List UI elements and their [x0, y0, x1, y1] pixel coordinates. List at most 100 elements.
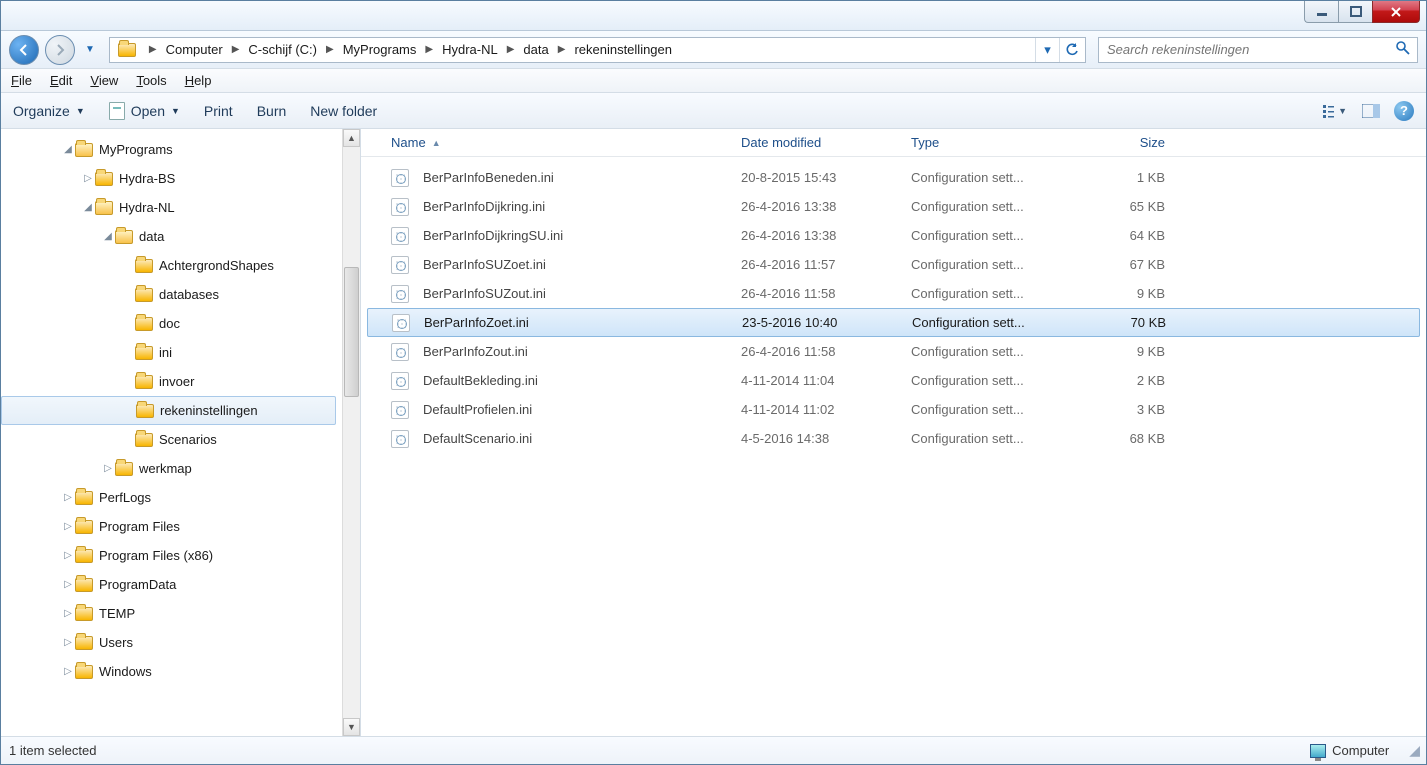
preview-pane-button[interactable]: [1358, 100, 1384, 122]
menu-item[interactable]: View: [90, 73, 118, 88]
expand-icon[interactable]: ▷: [61, 608, 75, 619]
tree-item[interactable]: ▷Users: [1, 628, 342, 657]
burn-button[interactable]: Burn: [257, 103, 287, 119]
file-row[interactable]: BerParInfoDijkring.ini26-4-2016 13:38Con…: [361, 192, 1426, 221]
column-size[interactable]: Size: [1083, 135, 1173, 150]
expand-icon[interactable]: ▷: [61, 579, 75, 590]
close-button[interactable]: [1372, 1, 1420, 23]
collapse-icon[interactable]: ◢: [81, 202, 95, 213]
tree-item[interactable]: ▷TEMP: [1, 599, 342, 628]
chevron-right-icon[interactable]: ▶: [229, 44, 243, 55]
chevron-right-icon[interactable]: ▶: [323, 44, 337, 55]
file-row[interactable]: BerParInfoBeneden.ini20-8-2015 15:43Conf…: [361, 163, 1426, 192]
folder-icon: [75, 665, 93, 679]
expand-icon[interactable]: ▷: [61, 521, 75, 532]
breadcrumb-segment[interactable]: Computer: [160, 38, 229, 62]
file-row[interactable]: BerParInfoSUZoet.ini26-4-2016 11:57Confi…: [361, 250, 1426, 279]
folder-icon: [135, 433, 153, 447]
tree-item[interactable]: databases: [1, 280, 342, 309]
search-box[interactable]: [1098, 37, 1418, 63]
menu-item[interactable]: Help: [185, 73, 212, 88]
expand-icon[interactable]: ▷: [101, 463, 115, 474]
tree-item[interactable]: ▷ProgramData: [1, 570, 342, 599]
forward-button[interactable]: [45, 35, 75, 65]
minimize-button[interactable]: [1304, 1, 1338, 23]
tree-item[interactable]: Scenarios: [1, 425, 342, 454]
breadcrumb-segment[interactable]: rekeninstellingen: [568, 38, 678, 62]
address-dropdown-icon[interactable]: ▾: [1035, 38, 1059, 62]
file-row[interactable]: BerParInfoZoet.ini23-5-2016 10:40Configu…: [367, 308, 1420, 337]
maximize-button[interactable]: [1338, 1, 1372, 23]
column-date[interactable]: Date modified: [733, 135, 903, 150]
file-name: BerParInfoZout.ini: [423, 344, 528, 359]
file-row[interactable]: BerParInfoZout.ini26-4-2016 11:58Configu…: [361, 337, 1426, 366]
expand-icon[interactable]: ▷: [81, 173, 95, 184]
expand-icon[interactable]: ▷: [61, 550, 75, 561]
menu-item[interactable]: Tools: [136, 73, 166, 88]
resize-grip-icon[interactable]: ◢: [1409, 742, 1418, 759]
new-folder-button[interactable]: New folder: [310, 103, 377, 119]
column-name[interactable]: Name ▲: [383, 135, 733, 150]
breadcrumb-segment[interactable]: data: [517, 38, 554, 62]
tree-item[interactable]: ◢Hydra-NL: [1, 193, 342, 222]
folder-icon: [135, 259, 153, 273]
tree-item[interactable]: ◢MyPrograms: [1, 135, 342, 164]
tree-scrollbar[interactable]: ▲ ▼: [342, 129, 360, 736]
scroll-thumb[interactable]: [344, 267, 359, 397]
search-icon[interactable]: [1395, 40, 1411, 59]
organize-button[interactable]: Organize ▼: [13, 103, 85, 119]
chevron-right-icon[interactable]: ▶: [504, 44, 518, 55]
tree-item[interactable]: ▷Program Files: [1, 512, 342, 541]
file-row[interactable]: DefaultBekleding.ini4-11-2014 11:04Confi…: [361, 366, 1426, 395]
refresh-button[interactable]: [1059, 38, 1083, 62]
view-options-button[interactable]: ▼: [1322, 100, 1348, 122]
tree-item[interactable]: AchtergrondShapes: [1, 251, 342, 280]
chevron-right-icon[interactable]: ▶: [422, 44, 436, 55]
address-bar[interactable]: ▶ Computer▶C-schijf (C:)▶MyPrograms▶Hydr…: [109, 37, 1086, 63]
tree-item[interactable]: ini: [1, 338, 342, 367]
tree-item[interactable]: ▷Windows: [1, 657, 342, 686]
collapse-icon[interactable]: ◢: [61, 144, 75, 155]
scroll-down-icon[interactable]: ▼: [343, 718, 360, 736]
file-row[interactable]: DefaultProfielen.ini4-11-2014 11:02Confi…: [361, 395, 1426, 424]
ini-file-icon: [391, 169, 409, 187]
expand-icon[interactable]: ▷: [61, 492, 75, 503]
breadcrumb-root[interactable]: [112, 38, 146, 62]
folder-tree[interactable]: ◢MyPrograms▷Hydra-BS◢Hydra-NL◢dataAchter…: [1, 129, 342, 736]
explorer-window: ▼ ▶ Computer▶C-schijf (C:)▶MyPrograms▶Hy…: [0, 0, 1427, 765]
open-button[interactable]: Open ▼: [109, 102, 180, 120]
tree-item[interactable]: ▷Program Files (x86): [1, 541, 342, 570]
print-button[interactable]: Print: [204, 103, 233, 119]
scroll-track[interactable]: [343, 147, 360, 718]
chevron-right-icon[interactable]: ▶: [555, 44, 569, 55]
file-row[interactable]: DefaultScenario.ini4-5-2016 14:38Configu…: [361, 424, 1426, 453]
recent-dropdown-icon[interactable]: ▼: [81, 44, 99, 55]
file-row[interactable]: BerParInfoDijkringSU.ini26-4-2016 13:38C…: [361, 221, 1426, 250]
breadcrumb-segment[interactable]: Hydra-NL: [436, 38, 504, 62]
tree-item[interactable]: doc: [1, 309, 342, 338]
file-list[interactable]: BerParInfoBeneden.ini20-8-2015 15:43Conf…: [361, 157, 1426, 453]
file-row[interactable]: BerParInfoSUZout.ini26-4-2016 11:58Confi…: [361, 279, 1426, 308]
file-name: BerParInfoDijkring.ini: [423, 199, 545, 214]
file-date: 26-4-2016 11:57: [733, 257, 903, 272]
breadcrumb-segment[interactable]: MyPrograms: [337, 38, 423, 62]
menu-item[interactable]: File: [11, 73, 32, 88]
expand-icon[interactable]: ▷: [61, 637, 75, 648]
tree-item[interactable]: ▷werkmap: [1, 454, 342, 483]
search-input[interactable]: [1105, 41, 1395, 58]
column-type[interactable]: Type: [903, 135, 1083, 150]
tree-item[interactable]: ▷PerfLogs: [1, 483, 342, 512]
tree-item[interactable]: invoer: [1, 367, 342, 396]
collapse-icon[interactable]: ◢: [101, 231, 115, 242]
scroll-up-icon[interactable]: ▲: [343, 129, 360, 147]
tree-item[interactable]: ◢data: [1, 222, 342, 251]
breadcrumb-segment[interactable]: C-schijf (C:): [242, 38, 323, 62]
chevron-right-icon[interactable]: ▶: [146, 44, 160, 55]
tree-item[interactable]: ▷Hydra-BS: [1, 164, 342, 193]
menu-item[interactable]: Edit: [50, 73, 72, 88]
back-button[interactable]: [9, 35, 39, 65]
help-button[interactable]: ?: [1394, 101, 1414, 121]
tree-item[interactable]: rekeninstellingen: [1, 396, 336, 425]
file-size: 67 KB: [1083, 257, 1173, 272]
expand-icon[interactable]: ▷: [61, 666, 75, 677]
